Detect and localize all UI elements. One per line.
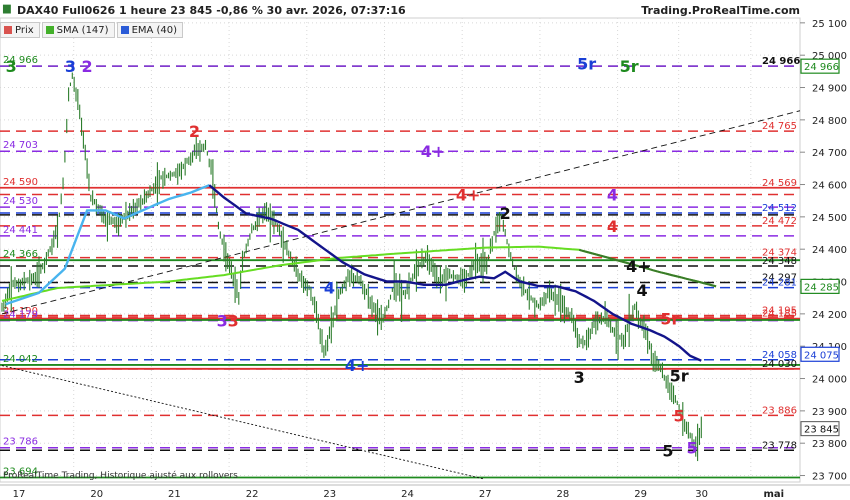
legend-label-sma: SMA (147) <box>56 24 109 36</box>
y-tick-label: 25 100 <box>812 19 847 30</box>
site-label: Trading.ProRealTime.com <box>641 4 800 17</box>
wave-marker: 4+ <box>626 257 651 276</box>
legend-item-sma[interactable]: SMA (147) <box>41 22 115 38</box>
wave-marker: 4 <box>324 279 335 298</box>
wave-marker: 5 <box>662 441 673 460</box>
x-tick-label: 27 <box>479 489 492 500</box>
price-box-label: 24 285 <box>804 282 839 293</box>
level-label-right: 24 512 <box>762 203 797 214</box>
wave-marker: 3 <box>6 57 17 76</box>
wave-marker: 4 <box>607 217 618 236</box>
x-tick-label: 30 <box>695 489 708 500</box>
level-label-left: 23 786 <box>3 437 38 448</box>
sma-swatch-icon <box>45 26 54 34</box>
legend-item-prix[interactable]: Prix <box>0 22 40 38</box>
level-label-left: 24 441 <box>3 225 38 236</box>
legend-label-ema: EMA (40) <box>131 24 178 36</box>
level-label-left: 24 590 <box>3 177 38 188</box>
level-label-left: 24 042 <box>3 354 38 365</box>
level-label-right: 24 765 <box>762 121 797 132</box>
wave-marker: 2 <box>189 122 200 141</box>
y-tick-label: 24 400 <box>812 245 847 256</box>
wave-marker: 5 <box>686 439 697 458</box>
wave-marker: 5r <box>670 366 689 385</box>
level-label-left: 24 366 <box>3 249 38 260</box>
legend-item-ema[interactable]: EMA (40) <box>116 22 184 38</box>
wave-marker: 5r <box>577 54 596 73</box>
x-tick-label: 20 <box>90 489 103 500</box>
wave-marker: 4+ <box>345 356 370 375</box>
chart-type-icon[interactable]: ▆ <box>3 4 13 14</box>
y-tick-label: 23 700 <box>812 472 847 483</box>
wave-marker: 4+ <box>456 186 481 205</box>
wave-marker: 5 <box>674 406 685 425</box>
level-label-left: 24 179 <box>3 310 38 321</box>
y-tick-label: 24 200 <box>812 310 847 321</box>
wave-marker: 4 <box>637 281 648 300</box>
level-label-right: 24 569 <box>762 178 797 189</box>
y-tick-label: 24 500 <box>812 213 847 224</box>
ema-swatch-icon <box>120 26 129 34</box>
wave-marker: 4 <box>607 186 618 205</box>
x-tick-label: 29 <box>634 489 647 500</box>
wave-marker: 2 <box>82 57 93 76</box>
last-price-label: 23 845 <box>804 425 839 436</box>
x-tick-label: 23 <box>323 489 336 500</box>
x-tick-label: 17 <box>13 489 26 500</box>
y-tick-label: 23 800 <box>812 439 847 450</box>
wave-marker: 3 <box>228 312 239 331</box>
level-label-right: 24 348 <box>762 256 797 267</box>
price-swatch-icon <box>4 26 12 34</box>
y-tick-label: 24 600 <box>812 181 847 192</box>
y-tick-label: 24 900 <box>812 84 847 95</box>
wave-marker: 5r <box>660 310 679 329</box>
chart-title: DAX40 Full0626 1 heure 23 845 -0,86 % 30… <box>17 4 406 17</box>
level-label-right: 23 886 <box>762 405 797 416</box>
wave-marker: 3 <box>574 368 585 387</box>
x-tick-label: 22 <box>246 489 259 500</box>
level-label-right: 24 966 <box>762 56 800 67</box>
indicator-legend: Prix SMA (147) EMA (40) <box>0 22 185 38</box>
level-label-left: 24 530 <box>3 196 38 207</box>
y-tick-label: 24 000 <box>812 375 847 386</box>
wave-marker: 5r <box>620 57 639 76</box>
wave-marker: 3 <box>65 57 76 76</box>
y-tick-label: 23 900 <box>812 407 847 418</box>
x-tick-label: 24 <box>401 489 414 500</box>
level-label-right: 24 472 <box>762 216 797 227</box>
x-tick-label: 21 <box>168 489 181 500</box>
level-label-left: 24 703 <box>3 140 38 151</box>
price-box-label: 24 966 <box>804 62 839 73</box>
level-label-right: 24 185 <box>762 309 797 320</box>
level-label-right: 24 281 <box>762 278 797 289</box>
chart-footer-note: ProRealTime Trading, Historique ajusté a… <box>3 471 238 481</box>
wave-marker: 3 <box>217 312 228 331</box>
y-tick-label: 24 700 <box>812 148 847 159</box>
price-chart[interactable]: 23 70023 80023 90024 00024 10024 20024 3… <box>0 0 850 500</box>
x-tick-label: 28 <box>557 489 570 500</box>
wave-marker: 2 <box>500 204 511 223</box>
x-tick-label: mai <box>763 489 784 500</box>
price-box-label: 24 075 <box>804 350 839 361</box>
level-label-right: 23 778 <box>762 440 797 451</box>
legend-label-prix: Prix <box>15 24 34 36</box>
wave-marker: 4+ <box>421 142 446 161</box>
level-label-right: 24 030 <box>762 359 797 370</box>
y-tick-label: 24 800 <box>812 116 847 127</box>
